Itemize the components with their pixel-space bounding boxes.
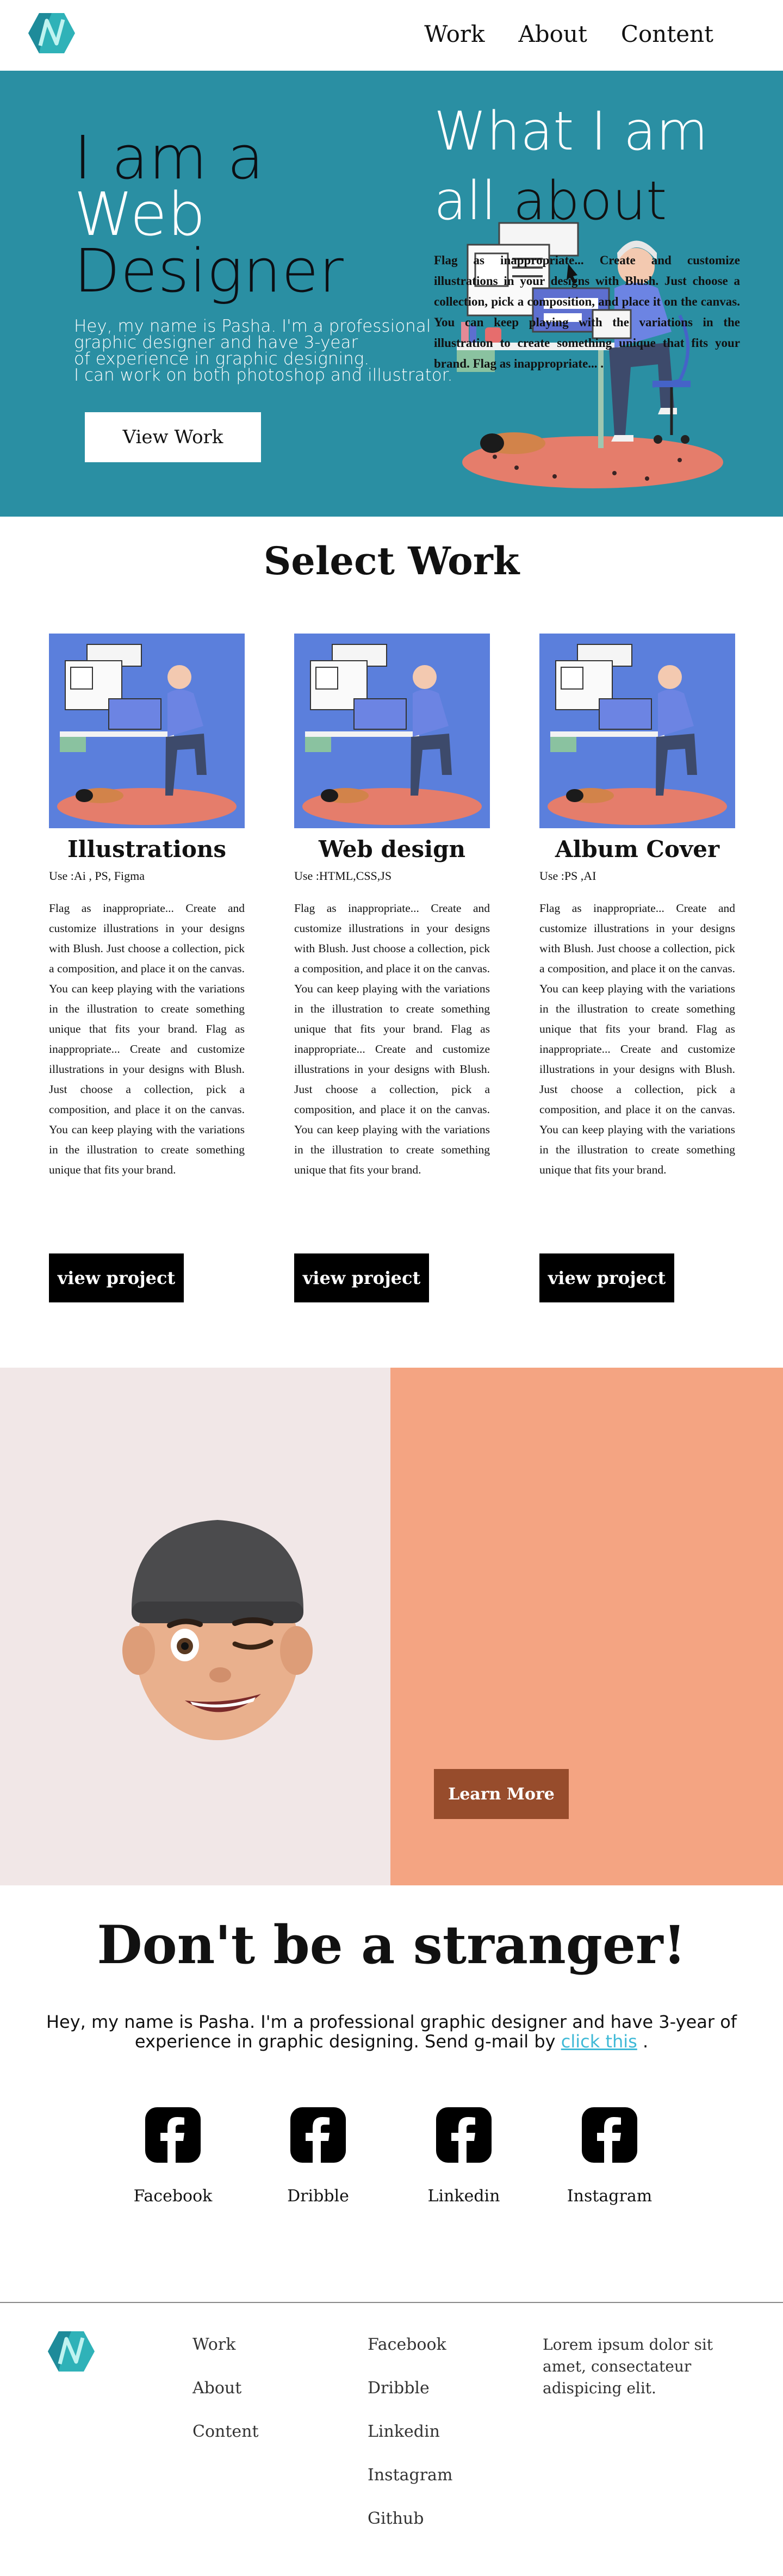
about-left-panel (0, 1368, 390, 1885)
footer-divider (0, 2302, 783, 2303)
about-title: What I am all about (434, 97, 738, 236)
about-title-light: all (434, 170, 496, 232)
card-title: Illustrations (67, 836, 227, 862)
about-title-dark: about (513, 170, 667, 232)
nav-link-about[interactable]: About (518, 21, 587, 47)
footer-nav-links: Work About Content (192, 2334, 259, 2465)
social-label: Facebook (133, 2187, 213, 2206)
footer-link-github[interactable]: Github (368, 2508, 452, 2530)
view-project-button-illustrations[interactable]: view project (49, 1253, 184, 1302)
card-title: Web design (318, 836, 466, 862)
footer-logo-icon[interactable] (47, 2330, 96, 2373)
about-title-light: What I am (434, 101, 709, 163)
about-description: Flag as inappropriate... Create and cust… (434, 253, 740, 370)
hero-text-line: graphic designer and have 3-year (74, 333, 358, 352)
about-section (0, 1368, 783, 1885)
social-facebook[interactable]: Facebook (119, 2107, 227, 2206)
view-project-button-album-cover[interactable]: view project (539, 1253, 674, 1302)
learn-more-button[interactable]: Learn More (434, 1769, 569, 1819)
social-instagram[interactable]: Instagram (555, 2107, 664, 2206)
social-dribble[interactable]: Dribble (264, 2107, 372, 2206)
hero-intro-text: Hey, my name is Pasha. I'm a professiona… (74, 316, 455, 385)
hero-text-line: Hey, my name is Pasha. I'm a professiona… (74, 316, 431, 336)
email-link[interactable]: click this (561, 2031, 637, 2052)
facebook-icon[interactable] (290, 2107, 346, 2163)
footer-link-work[interactable]: Work (192, 2334, 259, 2356)
view-project-button-web-design[interactable]: view project (294, 1253, 429, 1302)
hero-title: I am a Web Designer (74, 123, 344, 306)
work-card-illustrations: Illustrations Use :Ai , PS, Figma Flag a… (49, 634, 245, 1176)
view-work-button[interactable]: View Work (85, 412, 261, 462)
footer-link-instagram[interactable]: Instagram (368, 2465, 452, 2486)
nav-link-work[interactable]: Work (424, 21, 484, 47)
card-tools: Use :Ai , PS, Figma (49, 869, 145, 883)
card-title: Album Cover (555, 836, 720, 862)
footer-link-facebook[interactable]: Facebook (368, 2334, 452, 2356)
card-tools: Use :PS ,AI (539, 869, 596, 883)
contact-text: Hey, my name is Pasha. I'm a professiona… (22, 2012, 761, 2051)
card-description: Flag as inappropriate... Create and cust… (49, 902, 245, 1176)
social-label: Dribble (287, 2187, 349, 2206)
work-card-album-cover: Album Cover Use :PS ,AI Flag as inapprop… (539, 634, 735, 1176)
footer-tagline: Lorem ipsum dolor sit amet, consectateur… (543, 2336, 713, 2397)
hero-title-line2: Web (74, 179, 206, 249)
card-description: Flag as inappropriate... Create and cust… (539, 902, 735, 1176)
facebook-icon[interactable] (582, 2107, 637, 2163)
social-label: Linkedin (427, 2187, 500, 2206)
card-album-cover-image[interactable] (539, 634, 735, 828)
footer-link-about[interactable]: About (192, 2378, 259, 2399)
card-web-design-image[interactable] (294, 634, 490, 828)
top-nav: Work About Content (0, 0, 783, 71)
logo-icon[interactable] (27, 12, 76, 54)
footer-link-dribble[interactable]: Dribble (368, 2378, 452, 2399)
contact-title: Don't be a stranger! (97, 1914, 686, 1976)
select-work-title: Select Work (263, 538, 520, 584)
avatar (122, 1520, 313, 1740)
card-description: Flag as inappropriate... Create and cust… (294, 902, 490, 1176)
facebook-icon[interactable] (436, 2107, 492, 2163)
hero-title-line1: I am a (74, 123, 265, 193)
footer-link-content[interactable]: Content (192, 2421, 259, 2443)
footer-social-links: Facebook Dribble Linkedin Instagram Gith… (368, 2334, 452, 2552)
card-tools: Use :HTML,CSS,JS (294, 869, 392, 883)
footer-link-linkedin[interactable]: Linkedin (368, 2421, 452, 2443)
contact-text-end: . (637, 2031, 649, 2052)
hero-title-line3: Designer (74, 236, 344, 306)
nav-links: Work About Content (424, 21, 713, 47)
social-linkedin[interactable]: Linkedin (409, 2107, 518, 2206)
work-card-web-design: Web design Use :HTML,CSS,JS Flag as inap… (294, 634, 490, 1176)
hero-text-line: of experience in graphic designing. (74, 349, 370, 369)
card-illustration-image[interactable] (49, 634, 245, 828)
facebook-icon[interactable] (145, 2107, 201, 2163)
hero-text-line: I can work on both photoshop and illustr… (74, 365, 453, 385)
social-label: Instagram (567, 2187, 652, 2206)
nav-link-content[interactable]: Content (621, 21, 713, 47)
